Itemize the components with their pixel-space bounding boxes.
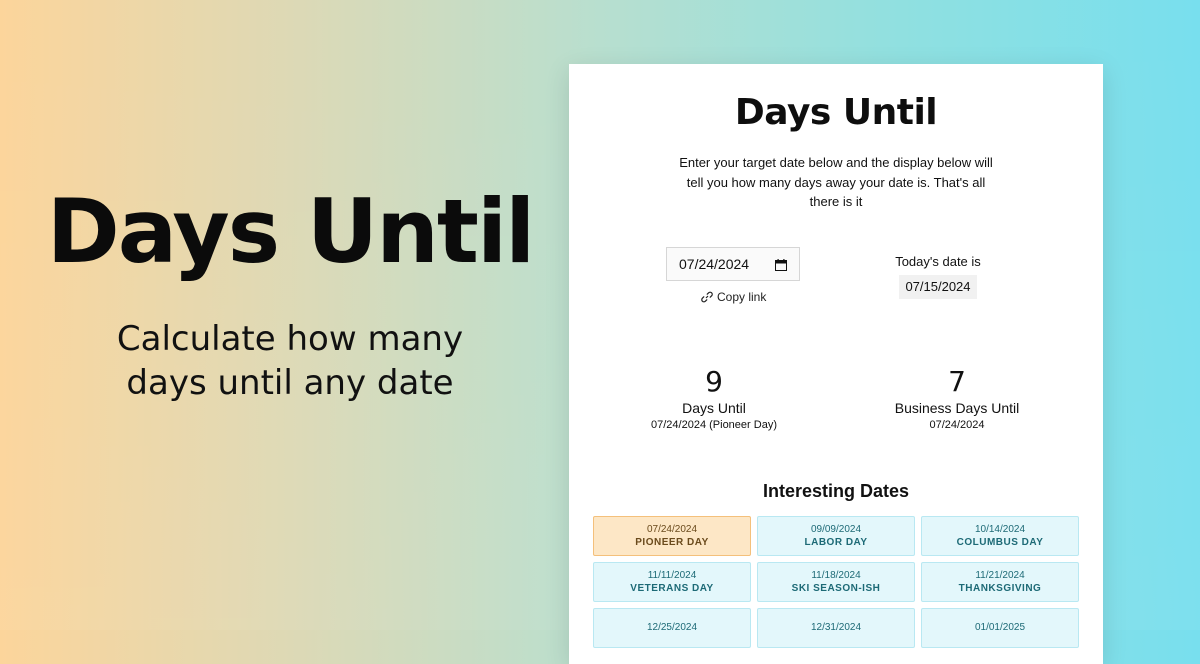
chip-date: 11/21/2024 xyxy=(975,569,1025,581)
date-chip[interactable]: 11/11/2024 VETERANS DAY xyxy=(593,562,751,602)
chip-date: 07/24/2024 xyxy=(646,523,698,535)
page-title: Days Until xyxy=(734,92,938,133)
hero-section: Days Until Calculate how many days until… xyxy=(40,180,540,405)
chip-date: 12/25/2024 xyxy=(646,622,698,633)
chip-date: 11/18/2024 xyxy=(811,569,861,581)
hero-title: Days Until xyxy=(46,180,536,283)
date-chip[interactable]: 07/24/2024 PIONEER DAY xyxy=(593,516,751,556)
chip-date: 01/01/2025 xyxy=(974,622,1026,633)
chip-name: PIONEER DAY xyxy=(635,536,709,548)
date-chip[interactable]: 09/09/2024 LABOR DAY xyxy=(757,516,915,556)
app-card: Days Until Enter your target date below … xyxy=(569,64,1103,664)
link-icon xyxy=(701,291,713,303)
date-chip[interactable]: 12/25/2024 xyxy=(593,608,751,648)
business-days-date: 07/24/2024 xyxy=(929,418,985,431)
business-days-label: Business Days Until xyxy=(894,399,1020,416)
chip-date: 09/09/2024 xyxy=(810,523,862,535)
chip-date: 11/11/2024 xyxy=(647,569,697,581)
target-date-input[interactable]: 07/24/2024 xyxy=(666,247,800,281)
date-chip[interactable]: 01/01/2025 xyxy=(921,608,1079,648)
chip-name: SKI SEASON-ISH xyxy=(791,582,881,594)
days-until-number: 9 xyxy=(705,365,723,398)
calendar-icon[interactable] xyxy=(775,258,787,271)
date-chip[interactable]: 11/18/2024 SKI SEASON-ISH xyxy=(757,562,915,602)
date-chip[interactable]: 11/21/2024 THANKSGIVING xyxy=(921,562,1079,602)
date-chip[interactable]: 10/14/2024 COLUMBUS DAY xyxy=(921,516,1079,556)
target-date-value: 07/24/2024 xyxy=(679,256,750,272)
page-description: Enter your target date below and the dis… xyxy=(679,155,993,209)
copy-link-button[interactable]: Copy link xyxy=(701,290,766,304)
today-label: Today's date is xyxy=(895,254,981,269)
interesting-dates-grid: 07/24/2024 PIONEER DAY 09/09/2024 LABOR … xyxy=(593,516,1079,648)
days-until-date: 07/24/2024 (Pioneer Day) xyxy=(651,418,777,431)
hero-subtitle: Calculate how many days until any date xyxy=(116,319,464,403)
today-value: 07/15/2024 xyxy=(899,275,977,299)
date-chip[interactable]: 12/31/2024 xyxy=(757,608,915,648)
chip-name: COLUMBUS DAY xyxy=(956,536,1044,548)
copy-link-label: Copy link xyxy=(717,290,767,304)
chip-name: VETERANS DAY xyxy=(630,582,714,594)
chip-name: LABOR DAY xyxy=(804,536,868,548)
business-days-number: 7 xyxy=(948,365,966,398)
business-days-stat: 7 Business Days Until 07/24/2024 xyxy=(847,365,1067,431)
chip-name: THANKSGIVING xyxy=(958,582,1042,594)
days-until-label: Days Until xyxy=(682,399,746,416)
chip-date: 12/31/2024 xyxy=(810,622,862,633)
chip-date: 10/14/2024 xyxy=(974,523,1026,535)
interesting-dates-title: Interesting Dates xyxy=(762,481,910,501)
days-until-stat: 9 Days Until 07/24/2024 (Pioneer Day) xyxy=(604,365,824,431)
